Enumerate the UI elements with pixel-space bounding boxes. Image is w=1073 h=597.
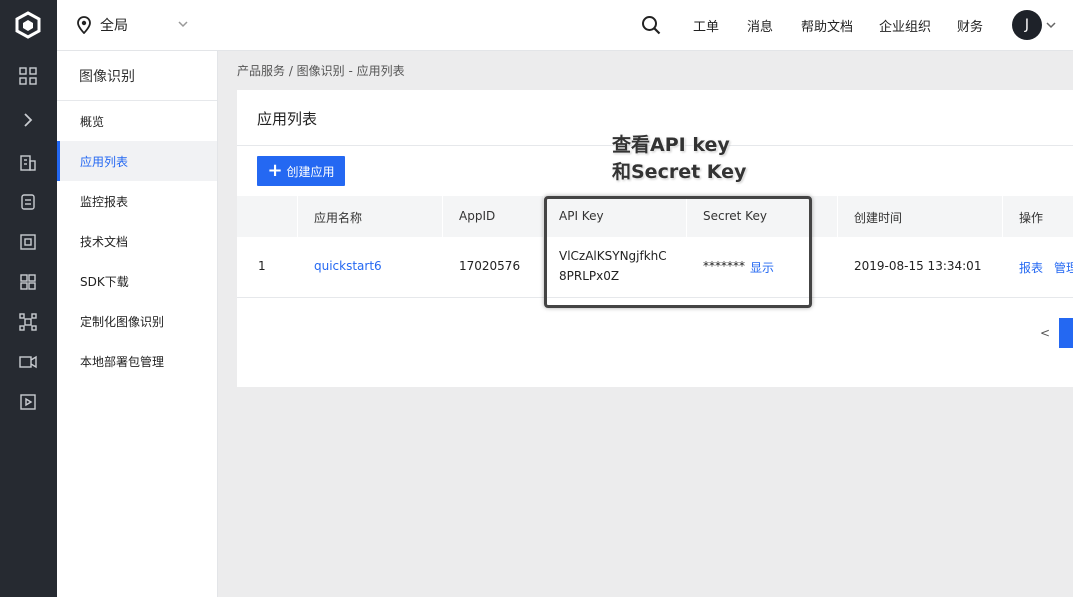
avatar-chevron-down-icon[interactable]	[1045, 19, 1057, 31]
video-icon[interactable]	[18, 352, 38, 372]
annotation-line2: 和Secret Key	[612, 161, 747, 183]
col-app-name: 应用名称	[314, 211, 363, 225]
nav-ticket[interactable]: 工单	[693, 16, 719, 35]
sidebar-item-custom-recognition[interactable]: 定制化图像识别	[57, 301, 217, 341]
manage-link[interactable]: 管理	[1054, 259, 1073, 276]
annotation-line1: 查看API key	[612, 134, 730, 156]
region-selector[interactable]: 全局	[77, 0, 188, 50]
header-divider	[442, 196, 443, 237]
avatar[interactable]: J	[1012, 10, 1042, 40]
sidebar-item-local-deploy[interactable]: 本地部署包管理	[57, 341, 217, 381]
sidebar-item-overview[interactable]: 概览	[57, 101, 217, 141]
create-app-label: 创建应用	[286, 164, 335, 179]
appid-value: 17020576	[459, 259, 521, 273]
plus-icon: +	[267, 160, 283, 181]
icon-rail	[0, 0, 57, 597]
network-icon[interactable]	[18, 312, 38, 332]
header-divider	[837, 196, 838, 237]
col-actions: 操作	[1019, 211, 1044, 225]
sidebar-title: 图像识别	[79, 69, 135, 85]
app-name-link[interactable]: quickstart6	[314, 259, 382, 273]
pagination-prev[interactable]: <	[1040, 326, 1050, 340]
location-pin-icon	[77, 16, 91, 34]
row-index: 1	[258, 259, 266, 273]
grid-icon[interactable]	[18, 66, 38, 86]
sidebar: 图像识别 概览 应用列表 监控报表 技术文档 SDK下载 定制化图像识别 本地部…	[57, 51, 218, 597]
create-app-button[interactable]: + 创建应用	[257, 156, 345, 186]
nav-finance[interactable]: 财务	[957, 16, 983, 35]
sidebar-item-sdk-download[interactable]: SDK下载	[57, 261, 217, 301]
expand-icon[interactable]	[18, 110, 38, 130]
page-title: 应用列表	[257, 110, 318, 128]
apps-icon[interactable]	[18, 272, 38, 292]
header-divider	[297, 196, 298, 237]
region-label: 全局	[100, 18, 128, 34]
nav-organization[interactable]: 企业组织	[879, 16, 931, 35]
database-icon[interactable]	[18, 192, 38, 212]
col-created-time: 创建时间	[854, 211, 903, 225]
pagination-current-page[interactable]	[1059, 318, 1073, 348]
col-appid: AppID	[459, 209, 496, 223]
sidebar-item-app-list[interactable]: 应用列表	[57, 141, 217, 181]
logo-icon[interactable]	[14, 11, 42, 39]
breadcrumb: 产品服务 / 图像识别 - 应用列表	[237, 64, 405, 78]
created-time-value: 2019-08-15 13:34:01	[854, 259, 982, 273]
building-icon[interactable]	[18, 152, 38, 172]
header-divider	[1002, 196, 1003, 237]
sidebar-item-tech-docs[interactable]: 技术文档	[57, 221, 217, 261]
chevron-down-icon	[178, 21, 188, 28]
highlight-box	[544, 196, 812, 308]
sidebar-item-monitoring[interactable]: 监控报表	[57, 181, 217, 221]
nav-help-docs[interactable]: 帮助文档	[801, 16, 853, 35]
top-bar: 全局 工单 消息 帮助文档 企业组织 财务 J	[57, 0, 1073, 51]
play-icon[interactable]	[18, 392, 38, 412]
search-icon[interactable]	[641, 15, 661, 35]
nav-messages[interactable]: 消息	[747, 16, 773, 35]
server-icon[interactable]	[18, 232, 38, 252]
report-link[interactable]: 报表	[1019, 259, 1043, 276]
